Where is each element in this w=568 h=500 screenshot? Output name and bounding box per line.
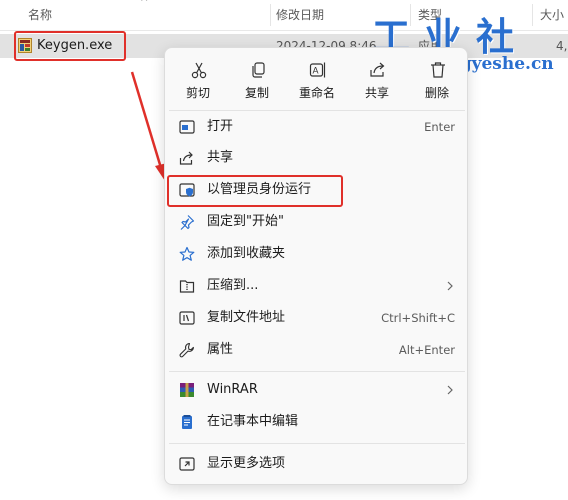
path-icon	[179, 311, 195, 325]
copy-icon	[252, 62, 265, 78]
menu-separator	[169, 443, 465, 444]
menu-item-open[interactable]: 打开 Enter	[171, 112, 463, 142]
menu-item-label: 复制文件地址	[207, 310, 286, 325]
delete-label: 删除	[424, 86, 449, 100]
trash-icon	[431, 62, 445, 78]
chevron-right-icon	[447, 281, 453, 291]
column-separator[interactable]	[532, 4, 533, 26]
svg-text:A: A	[313, 66, 319, 76]
menu-separator	[169, 371, 465, 372]
copy-button[interactable]: 复制	[227, 51, 287, 105]
zip-icon	[179, 280, 195, 293]
menu-item-add-to-favorites[interactable]: 添加到收藏夹	[171, 239, 463, 269]
chevron-right-icon	[447, 385, 453, 395]
scissors-icon	[191, 62, 207, 79]
wrench-icon	[179, 342, 194, 358]
menu-item-label: 显示更多选项	[207, 456, 286, 471]
share-icon	[179, 151, 193, 165]
pin-icon	[180, 215, 195, 230]
delete-button[interactable]: 删除	[407, 51, 467, 105]
star-icon	[179, 246, 195, 261]
file-size: 4,2	[556, 39, 568, 53]
menu-item-properties[interactable]: 属性 Alt+Enter	[171, 335, 463, 365]
menu-item-label: 打开	[207, 119, 234, 134]
menu-item-show-more-options[interactable]: 显示更多选项	[171, 449, 463, 479]
menu-separator	[169, 110, 465, 111]
open-app-icon	[179, 120, 195, 134]
column-size[interactable]: 大小	[534, 0, 568, 30]
share-label: 共享	[364, 86, 389, 100]
rename-icon: A	[309, 62, 326, 78]
menu-item-label: 添加到收藏夹	[207, 246, 286, 261]
share-icon	[370, 62, 385, 77]
sort-caret-icon: ^	[140, 0, 149, 8]
copy-label: 复制	[244, 86, 269, 100]
menu-item-shortcut: Alt+Enter	[398, 343, 455, 357]
menu-item-winrar[interactable]: WinRAR	[171, 375, 463, 405]
menu-item-label: 在记事本中编辑	[207, 414, 299, 429]
file-highlight-box	[14, 31, 126, 61]
menu-item-shortcut: Ctrl+Shift+C	[381, 311, 455, 325]
run-as-admin-highlight-box	[167, 175, 343, 207]
rename-button[interactable]: A 重命名	[287, 51, 347, 105]
winrar-icon	[180, 383, 194, 397]
menu-item-compress-to[interactable]: 压缩到...	[171, 271, 463, 301]
menu-item-label: 压缩到...	[207, 278, 259, 293]
menu-item-label: 共享	[207, 150, 234, 165]
menu-item-label: WinRAR	[207, 382, 258, 397]
menu-item-edit-in-notepad[interactable]: 在记事本中编辑	[171, 407, 463, 437]
menu-item-copy-path[interactable]: 复制文件地址 Ctrl+Shift+C	[171, 303, 463, 333]
share-button[interactable]: 共享	[347, 51, 407, 105]
cut-button[interactable]: 剪切	[168, 51, 228, 105]
menu-item-label: 固定到"开始"	[207, 214, 284, 229]
cut-label: 剪切	[185, 86, 210, 100]
notepad-icon	[182, 415, 192, 429]
more-options-icon	[179, 457, 195, 471]
menu-item-pin-to-start[interactable]: 固定到"开始"	[171, 207, 463, 237]
context-menu: 剪切 复制 A 重命名 共享 删除 打开 Enter 共享 以管理员身份运行 固…	[164, 47, 468, 485]
menu-item-label: 属性	[207, 342, 234, 357]
rename-label: 重命名	[298, 86, 335, 100]
menu-item-share[interactable]: 共享	[171, 143, 463, 173]
menu-item-shortcut: Enter	[424, 120, 455, 134]
